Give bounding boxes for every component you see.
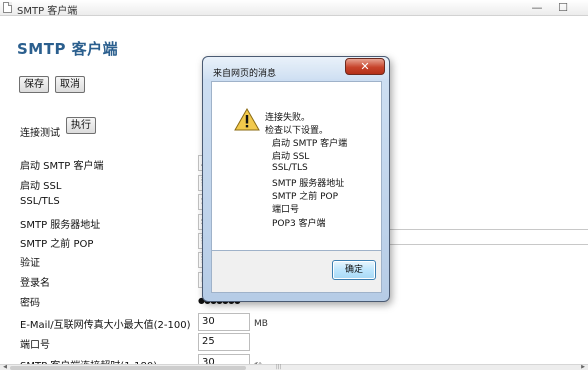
port-label: 端口号: [20, 340, 50, 351]
connection-test-label: 连接测试: [20, 128, 60, 139]
password-label: 密码: [20, 298, 40, 309]
scroll-left-arrow-icon[interactable]: ◀: [1, 364, 9, 370]
max-size-unit: MB: [254, 319, 268, 329]
document-icon: [3, 2, 12, 13]
dialog-title: 来自网页的消息: [213, 69, 277, 79]
port-input[interactable]: 25: [198, 333, 250, 351]
maximize-button[interactable]: ☐: [552, 0, 574, 15]
save-button[interactable]: 保存: [19, 76, 49, 93]
dialog-message-line: 端口号: [272, 205, 300, 215]
dialog-message-line: 启动 SSL: [272, 152, 310, 162]
dialog-message-line: 连接失败。: [265, 113, 311, 123]
smtp-server-field-extension[interactable]: [388, 229, 588, 245]
max-size-input[interactable]: 30: [198, 313, 250, 331]
cancel-button[interactable]: 取消: [55, 76, 85, 93]
scrollbar-thumb[interactable]: [10, 366, 246, 370]
auth-label: 验证: [20, 258, 40, 269]
smtp-server-label: SMTP 服务器地址: [20, 220, 101, 231]
window-titlebar: SMTP 客户端 — ☐: [0, 0, 588, 17]
dialog-body: 连接失败。 检查以下设置。 启动 SMTP 客户端 启动 SSL SSL/TLS…: [211, 81, 382, 251]
run-test-button[interactable]: 执行: [66, 117, 96, 134]
message-dialog: 来自网页的消息 ✕ 连接失败。 检查以下设置。 启动 SMTP 客户端 启动 S…: [202, 56, 390, 302]
dialog-message-line: SMTP 服务器地址: [272, 179, 345, 189]
dialog-message-line: SMTP 之前 POP: [272, 192, 339, 202]
window-title: SMTP 客户端: [17, 6, 78, 17]
scroll-right-arrow-icon[interactable]: ▶: [579, 364, 587, 370]
dialog-footer: 确定: [211, 251, 382, 293]
ssl-enable-label: 启动 SSL: [20, 181, 62, 192]
horizontal-scrollbar[interactable]: ◀ ||| ▶: [0, 364, 588, 370]
ssl-tls-label: SSL/TLS: [20, 196, 60, 207]
page-title: SMTP 客户端: [17, 40, 119, 58]
dialog-message-line: SSL/TLS: [272, 163, 308, 173]
login-name-label: 登录名: [20, 278, 50, 289]
minimize-button[interactable]: —: [526, 0, 548, 15]
dialog-close-button[interactable]: ✕: [345, 58, 385, 75]
dialog-message-line: 检查以下设置。: [265, 126, 329, 136]
dialog-message-line: 启动 SMTP 客户端: [272, 139, 348, 149]
scrollbar-grip-icon: |||: [276, 364, 282, 370]
max-size-label: E-Mail/互联网传真大小最大值(2-100): [20, 320, 191, 331]
smtp-enable-label: 启动 SMTP 客户端: [20, 161, 104, 172]
warning-icon: [234, 108, 260, 131]
ok-button[interactable]: 确定: [332, 260, 376, 280]
pop-before-smtp-label: SMTP 之前 POP: [20, 239, 94, 250]
dialog-message-line: POP3 客户端: [272, 219, 326, 229]
